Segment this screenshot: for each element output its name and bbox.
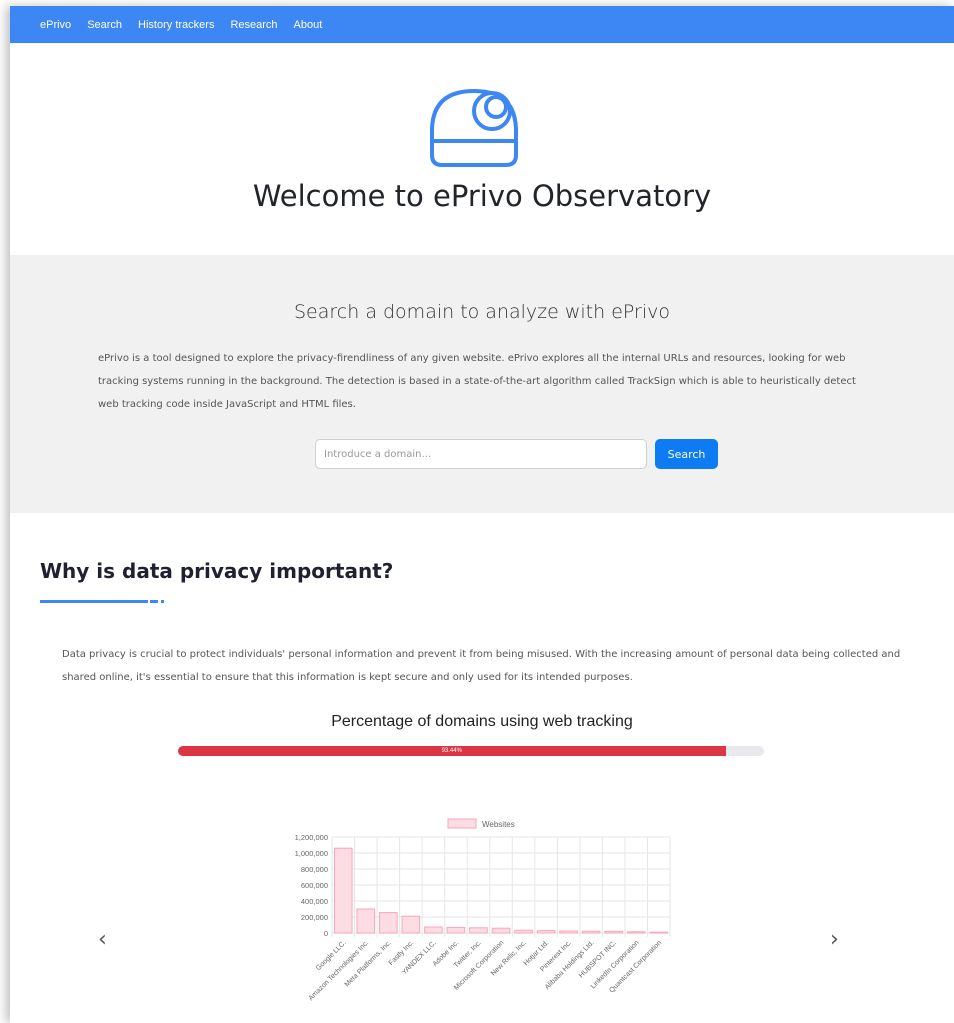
legend-label: Websites	[482, 820, 515, 829]
y-tick-label: 200,000	[301, 913, 328, 922]
bar	[536, 930, 556, 934]
y-tick-label: 1,000,000	[295, 849, 328, 858]
bar	[401, 915, 421, 934]
nav-about[interactable]: About	[294, 19, 323, 31]
y-tick-label: 600,000	[301, 881, 328, 890]
tracking-progress-title: Percentage of domains using web tracking	[331, 713, 633, 730]
y-tick-label: 400,000	[301, 897, 328, 906]
nav-brand-eprivo[interactable]: ePrivo	[40, 19, 71, 31]
bar	[446, 926, 466, 934]
heading-underline-dot	[161, 600, 164, 603]
observatory-dome-icon	[430, 88, 518, 167]
bar	[333, 847, 353, 934]
privacy-section: Why is data privacy important? Data priv…	[10, 513, 954, 1023]
search-form: Search	[315, 439, 718, 469]
y-tick-label: 1,200,000	[295, 833, 328, 842]
nav-research[interactable]: Research	[230, 19, 277, 31]
tracking-progress-bar: 93.44%	[178, 746, 764, 756]
bar	[649, 931, 669, 934]
bar	[559, 930, 578, 934]
legend-swatch	[447, 818, 477, 829]
search-description: ePrivo is a tool designed to explore the…	[98, 353, 856, 410]
top-navbar: ePrivo Search History trackers Research …	[10, 6, 954, 43]
bar	[469, 927, 488, 934]
chevron-right-icon[interactable]: ›	[830, 927, 839, 952]
nav-search[interactable]: Search	[87, 19, 122, 31]
chevron-left-icon[interactable]: ‹	[98, 927, 107, 952]
search-heading: Search a domain to analyze with ePrivo	[294, 301, 670, 323]
heading-underline	[40, 600, 148, 603]
bar	[491, 927, 511, 934]
bar	[581, 930, 601, 934]
x-tick-label: Meta Platforms, Inc.	[344, 939, 393, 988]
privacy-text: Data privacy is crucial to protect indiv…	[62, 649, 901, 683]
bar	[626, 931, 646, 934]
privacy-heading: Why is data privacy important?	[40, 559, 394, 583]
hero-section: Welcome to ePrivo Observatory	[10, 43, 954, 255]
bar	[379, 912, 398, 934]
bar	[514, 929, 533, 934]
trackers-bar-chart: Websites 0 200,000 400,000 600,000 800,000 1,0…	[295, 818, 671, 1002]
search-section: Search a domain to analyze with ePrivo e…	[10, 255, 954, 513]
bar	[604, 930, 623, 934]
y-tick-label: 0	[324, 929, 328, 938]
page-title: Welcome to ePrivo Observatory	[252, 179, 712, 213]
search-button[interactable]: Search	[655, 439, 718, 469]
tracking-progress-fill: 93.44%	[178, 746, 726, 756]
browser-page: ePrivo Search History trackers Research …	[10, 6, 954, 1023]
domain-search-input[interactable]	[315, 439, 647, 469]
nav-history-trackers[interactable]: History trackers	[138, 19, 214, 31]
bar	[356, 908, 376, 934]
heading-underline-dash	[150, 600, 158, 603]
y-tick-label: 800,000	[301, 865, 328, 874]
bar	[424, 926, 443, 934]
